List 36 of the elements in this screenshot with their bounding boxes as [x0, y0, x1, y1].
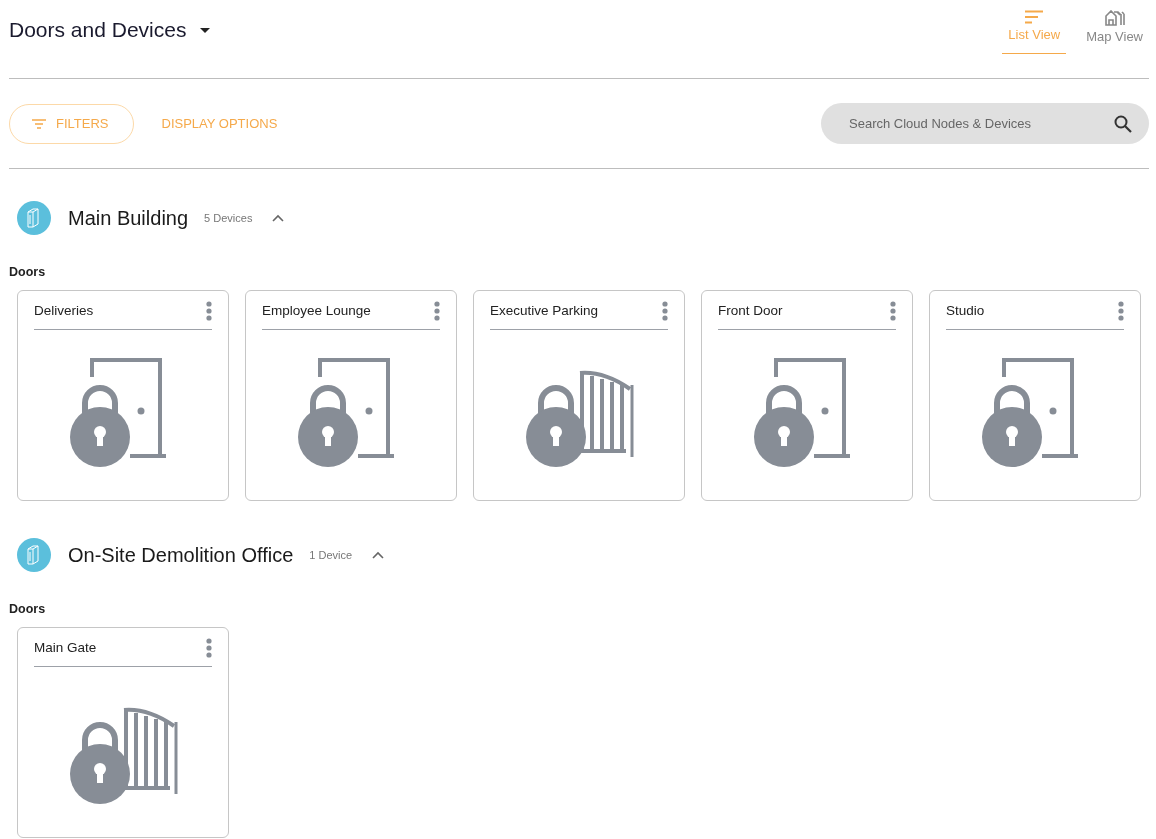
search-field[interactable]: Search Cloud Nodes & Devices — [821, 103, 1149, 144]
device-name: Front Door — [718, 303, 783, 318]
search-icon[interactable] — [1114, 115, 1132, 133]
more-options-icon[interactable] — [890, 300, 896, 321]
more-options-icon[interactable] — [206, 300, 212, 321]
device-card[interactable]: Executive Parking — [473, 290, 685, 501]
site-name: On-Site Demolition Office — [68, 543, 294, 567]
device-count: 5 Devices — [204, 212, 253, 224]
more-options-icon[interactable] — [206, 637, 212, 658]
view-tab[interactable]: Map View — [1080, 10, 1149, 54]
building-icon — [1104, 10, 1125, 26]
device-card[interactable]: Deliveries — [17, 290, 229, 501]
list-icon — [1024, 10, 1045, 24]
device-name: Studio — [946, 303, 985, 318]
device-name: Executive Parking — [490, 303, 599, 318]
more-options-icon[interactable] — [434, 300, 440, 321]
group-label: Doors — [9, 602, 47, 616]
device-card[interactable]: Front Door — [701, 290, 913, 501]
device-card[interactable]: Studio — [929, 290, 1141, 501]
device-card[interactable]: Employee Lounge — [245, 290, 457, 501]
site-name: Main Building — [68, 206, 189, 230]
device-count: 1 Device — [309, 549, 353, 561]
building-icon — [17, 538, 51, 572]
building-icon — [17, 201, 51, 235]
more-options-icon[interactable] — [662, 300, 668, 321]
device-name: Deliveries — [34, 303, 94, 318]
device-card[interactable]: Main Gate — [17, 627, 229, 838]
filter-icon — [32, 118, 46, 129]
dropdown-caret-icon[interactable] — [200, 27, 211, 33]
page-title: Doors and Devices — [9, 18, 187, 42]
group-label: Doors — [9, 265, 47, 279]
device-name: Main Gate — [34, 640, 97, 655]
device-name: Employee Lounge — [262, 303, 371, 318]
collapse-chevron-icon[interactable] — [272, 214, 285, 222]
more-options-icon[interactable] — [1118, 300, 1124, 321]
collapse-chevron-icon[interactable] — [372, 551, 385, 559]
